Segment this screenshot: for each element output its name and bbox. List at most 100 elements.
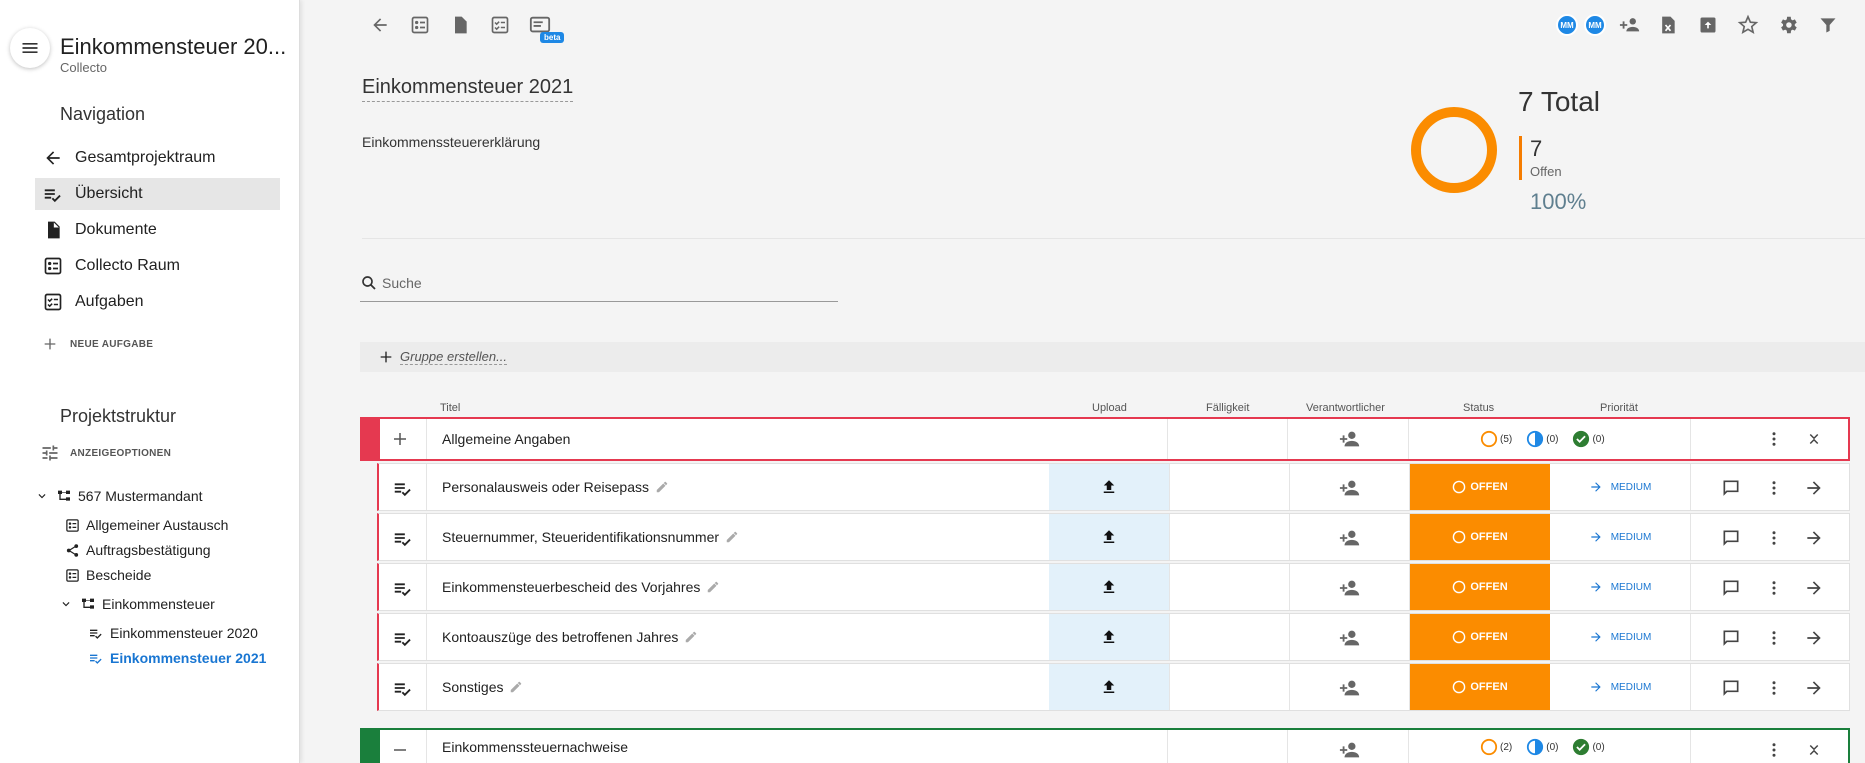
filter-button[interactable] <box>1815 12 1841 38</box>
task-row[interactable]: Kontoauszüge des betroffenen Jahres OFFE… <box>377 613 1850 661</box>
priority-button[interactable]: MEDIUM <box>1550 514 1690 560</box>
priority-button[interactable]: MEDIUM <box>1550 564 1690 610</box>
assign-responsible-button[interactable] <box>1336 574 1364 602</box>
add-member-button[interactable] <box>1617 12 1643 38</box>
pencil-icon[interactable] <box>509 680 523 694</box>
task-title[interactable]: Sonstiges <box>442 679 503 695</box>
task-row[interactable]: Steuernummer, Steueridentifikationsnumme… <box>377 513 1850 561</box>
group-title[interactable]: Allgemeine Angaben <box>442 419 570 459</box>
task-more-button[interactable] <box>1760 674 1788 702</box>
task-title[interactable]: Kontoauszüge des betroffenen Jahres <box>442 629 678 645</box>
tree-item-einkommensteuer-2021[interactable]: Einkommensteuer 2021 <box>88 650 266 666</box>
task-row[interactable]: Einkommensteuerbescheid des Vorjahres OF… <box>377 563 1850 611</box>
open-status-icon <box>1453 480 1466 494</box>
open-task-button[interactable] <box>1800 574 1828 602</box>
tree-item-einkommensteuer-2020[interactable]: Einkommensteuer 2020 <box>88 625 258 641</box>
menu-button[interactable] <box>10 28 50 68</box>
documents-toolbar-button[interactable] <box>447 12 473 38</box>
status-button[interactable]: OFFEN <box>1410 664 1550 710</box>
status-button[interactable]: OFFEN <box>1410 464 1550 510</box>
back-button[interactable] <box>367 12 393 38</box>
avatar[interactable]: MM <box>1556 14 1578 36</box>
status-button[interactable]: OFFEN <box>1410 514 1550 560</box>
open-task-button[interactable] <box>1800 524 1828 552</box>
upload-button[interactable] <box>1049 464 1169 510</box>
tree-item-bescheide[interactable]: Bescheide <box>64 567 151 583</box>
settings-button[interactable] <box>1775 12 1801 38</box>
task-more-button[interactable] <box>1760 474 1788 502</box>
tree-item-allgemeiner-austausch[interactable]: Allgemeiner Austausch <box>64 517 228 533</box>
assign-responsible-button[interactable] <box>1336 674 1364 702</box>
comment-icon <box>1723 530 1739 546</box>
create-group-button[interactable]: Gruppe erstellen... <box>360 342 1865 372</box>
task-more-button[interactable] <box>1760 524 1788 552</box>
comment-button[interactable] <box>1717 474 1745 502</box>
nav-item-dokumente[interactable]: Dokumente <box>35 214 280 246</box>
nav-item-aufgaben[interactable]: Aufgaben <box>35 286 280 318</box>
priority-button[interactable]: MEDIUM <box>1550 614 1690 660</box>
comment-button[interactable] <box>1717 524 1745 552</box>
pencil-icon[interactable] <box>684 630 698 644</box>
task-more-button[interactable] <box>1760 624 1788 652</box>
task-more-button[interactable] <box>1760 574 1788 602</box>
tree-item-label: 567 Mustermandant <box>78 488 203 504</box>
open-task-button[interactable] <box>1800 624 1828 652</box>
tree-item-567-mustermandant[interactable]: 567 Mustermandant <box>34 488 203 504</box>
nav-item-uebersicht[interactable]: Übersicht <box>35 178 280 210</box>
assign-responsible-button[interactable] <box>1336 425 1364 453</box>
open-task-button[interactable] <box>1800 674 1828 702</box>
favorite-button[interactable] <box>1735 12 1761 38</box>
tasks-toolbar-button[interactable] <box>487 12 513 38</box>
comment-button[interactable] <box>1717 574 1745 602</box>
priority-button[interactable]: MEDIUM <box>1550 464 1690 510</box>
group-more-button[interactable] <box>1760 425 1788 453</box>
search-bar <box>360 264 838 302</box>
open-task-button[interactable] <box>1800 474 1828 502</box>
priority-button[interactable]: MEDIUM <box>1550 664 1690 710</box>
collapse-group-button[interactable] <box>1800 736 1828 763</box>
archive-button[interactable] <box>1695 12 1721 38</box>
progress-count: (0) <box>1546 741 1559 753</box>
task-row[interactable]: Personalausweis oder Reisepass OFFEN MED… <box>377 463 1850 511</box>
priority-label: MEDIUM <box>1610 481 1652 493</box>
share-icon <box>64 542 80 558</box>
search-input[interactable] <box>382 274 802 291</box>
nav-item-gesamtprojektraum[interactable]: Gesamtprojektraum <box>35 142 280 174</box>
status-button[interactable]: OFFEN <box>1410 564 1550 610</box>
task-row[interactable]: Sonstiges OFFEN MEDIUM <box>377 663 1850 711</box>
tree-item-einkommensteuer[interactable]: Einkommensteuer <box>58 596 215 612</box>
new-task-button[interactable]: NEUE AUFGABE <box>40 334 153 354</box>
column-header-responsible: Verantwortlicher <box>1306 402 1385 414</box>
task-title[interactable]: Steuernummer, Steueridentifikationsnumme… <box>442 529 719 545</box>
assign-responsible-button[interactable] <box>1336 736 1364 763</box>
pencil-icon[interactable] <box>725 530 739 544</box>
done-count: (0) <box>1592 741 1605 753</box>
assign-responsible-button[interactable] <box>1336 474 1364 502</box>
open-status-icon <box>1453 680 1466 694</box>
upload-button[interactable] <box>1049 614 1169 660</box>
display-options-button[interactable]: ANZEIGEOPTIONEN <box>40 443 171 463</box>
group-more-button[interactable] <box>1760 736 1788 763</box>
room-toolbar-button[interactable] <box>407 12 433 38</box>
expand-group-button[interactable] <box>386 425 414 453</box>
upload-button[interactable] <box>1049 514 1169 560</box>
tree-item-auftragsbestaetigung[interactable]: Auftragsbestätigung <box>64 542 211 558</box>
task-title[interactable]: Personalausweis oder Reisepass <box>442 479 649 495</box>
pencil-icon[interactable] <box>655 480 669 494</box>
assign-responsible-button[interactable] <box>1336 624 1364 652</box>
page-title[interactable]: Einkommensteuer 2021 <box>362 76 574 102</box>
group-title[interactable]: Einkommenssteuernachweise <box>442 730 628 763</box>
task-title[interactable]: Einkommensteuerbescheid des Vorjahres <box>442 579 700 595</box>
upload-button[interactable] <box>1049 664 1169 710</box>
comment-button[interactable] <box>1717 624 1745 652</box>
pencil-icon[interactable] <box>706 580 720 594</box>
export-excel-button[interactable] <box>1655 12 1681 38</box>
nav-item-collecto-raum[interactable]: Collecto Raum <box>35 250 280 282</box>
comment-button[interactable] <box>1717 674 1745 702</box>
collapse-group-toggle[interactable] <box>386 736 414 763</box>
status-button[interactable]: OFFEN <box>1410 614 1550 660</box>
collapse-group-button[interactable] <box>1800 425 1828 453</box>
avatar[interactable]: MM <box>1584 14 1606 36</box>
upload-button[interactable] <box>1049 564 1169 610</box>
assign-responsible-button[interactable] <box>1336 524 1364 552</box>
